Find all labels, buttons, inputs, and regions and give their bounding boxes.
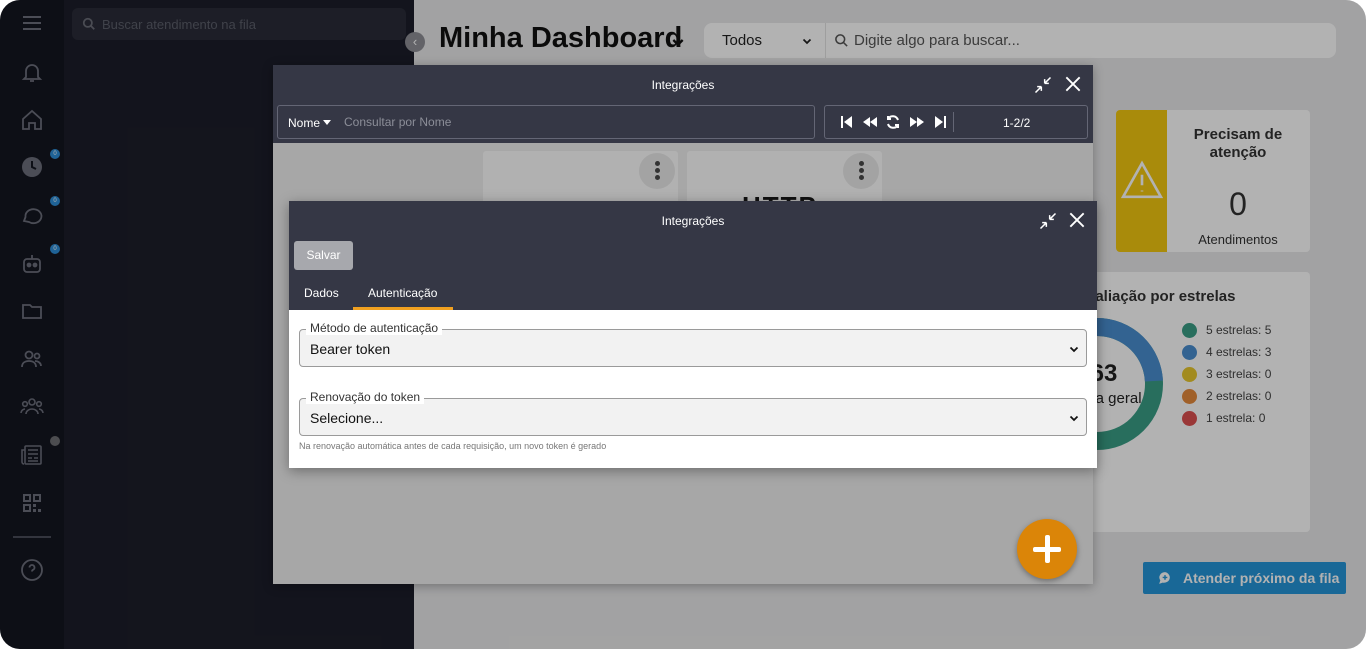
dialog-header: Integrações Salvar Dados Autenticação <box>289 201 1097 310</box>
token-renewal-value: Selecione... <box>310 410 384 426</box>
token-renewal-label: Renovação do token <box>306 390 425 404</box>
tab-dados[interactable]: Dados <box>304 286 339 300</box>
minimize-icon[interactable] <box>1033 75 1053 95</box>
more-vert-icon[interactable] <box>843 153 879 189</box>
pagination-bar: 1-2/2 <box>824 105 1088 139</box>
previous-page-icon[interactable] <box>862 114 878 130</box>
dialog-header: Integrações Nome Consultar por Nome 1-2/… <box>273 65 1093 143</box>
integration-edit-dialog: Integrações Salvar Dados Autenticação Mé… <box>289 201 1097 468</box>
dialog-title: Integrações <box>651 78 715 92</box>
auth-method-label: Método de autenticação <box>306 321 443 335</box>
name-filter-select[interactable]: Nome <box>288 116 332 130</box>
pagination-divider <box>953 112 954 132</box>
auth-method-value: Bearer token <box>310 341 391 357</box>
token-renewal-select[interactable]: Renovação do token Selecione... <box>299 390 1087 436</box>
next-page-icon[interactable] <box>909 114 925 130</box>
add-integration-button[interactable] <box>1017 519 1077 579</box>
pagination-range: 1-2/2 <box>1003 116 1031 130</box>
auth-method-select[interactable]: Método de autenticação Bearer token <box>299 321 1087 367</box>
close-icon[interactable] <box>1067 210 1087 230</box>
last-page-icon[interactable] <box>932 114 948 130</box>
close-icon[interactable] <box>1063 74 1083 94</box>
chevron-down-icon <box>1069 415 1079 422</box>
name-search-input[interactable] <box>344 106 804 138</box>
token-renewal-hint: Na renovação automática antes de cada re… <box>299 441 607 451</box>
first-page-icon[interactable] <box>839 114 855 130</box>
chevron-down-icon <box>1069 346 1079 353</box>
app-window: 0 0 0 Buscar atendimento na fila ‹ Minha… <box>0 0 1366 649</box>
refresh-icon[interactable] <box>885 114 901 130</box>
save-button[interactable]: Salvar <box>294 241 353 270</box>
tab-autenticacao[interactable]: Autenticação <box>368 286 437 300</box>
more-vert-icon[interactable] <box>639 153 675 189</box>
dialog-title: Integrações <box>661 214 725 228</box>
name-search-box: Nome <box>277 105 815 139</box>
minimize-icon[interactable] <box>1038 211 1058 231</box>
active-tab-indicator <box>353 307 453 310</box>
